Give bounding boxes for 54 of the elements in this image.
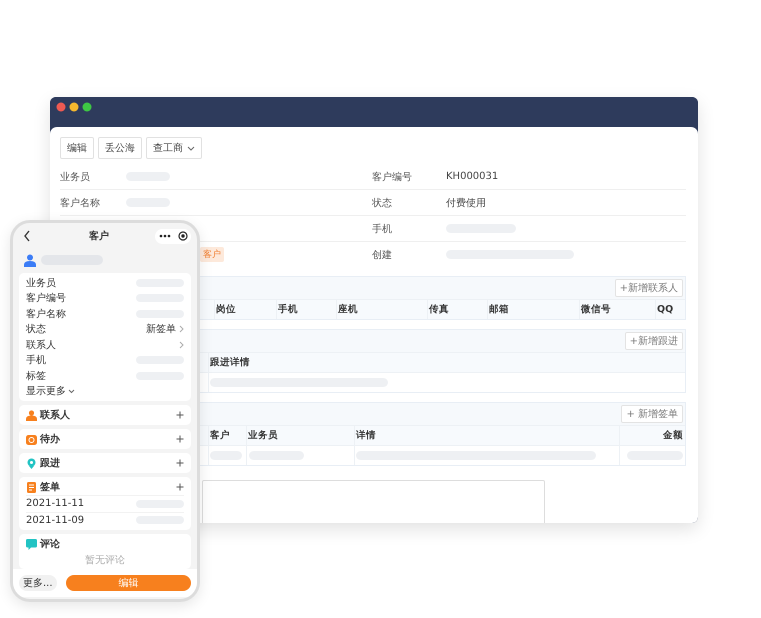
toolbar-button[interactable]: 丢公海 [98, 137, 142, 159]
page-title: 客户 [89, 229, 109, 243]
date-text: 2021-11-11 [26, 498, 84, 510]
input-field[interactable] [202, 480, 545, 523]
field-value: 新签单 [146, 322, 176, 336]
more-icon[interactable] [158, 234, 170, 238]
field-label: 状态 [372, 196, 393, 210]
toolbar-button[interactable]: 编辑 [60, 137, 94, 159]
field-label: 手机 [372, 222, 393, 236]
more-button[interactable]: 更多... [19, 575, 57, 591]
field-label: 创建 [372, 248, 393, 262]
field-label: 状态 [26, 322, 46, 336]
field-value: KH000031 [446, 171, 498, 182]
section-title: 联系人 [40, 408, 70, 422]
date-text: 2021-11-09 [26, 514, 84, 526]
add-button[interactable]: +新增跟进 [624, 332, 683, 350]
add-icon[interactable] [176, 435, 184, 443]
field-label: 客户编号 [26, 292, 66, 306]
section-title: 签单 [40, 480, 60, 494]
section-title: 跟进 [40, 456, 60, 470]
field-label: 客户名称 [60, 196, 101, 210]
field-value: 付费使用 [446, 196, 486, 210]
field-label: 客户名称 [26, 308, 66, 321]
column-header: 传真 [427, 300, 487, 319]
add-icon[interactable] [176, 459, 184, 467]
chevron-icon [68, 388, 75, 394]
user-icon [23, 254, 37, 266]
field-label: 联系人 [26, 338, 56, 352]
column-header: 微信号 [579, 300, 655, 319]
field-label: 业务员 [26, 276, 56, 290]
add-icon[interactable] [176, 483, 184, 491]
field-label: 业务员 [60, 170, 91, 184]
section-title: 待办 [40, 432, 60, 446]
column-header: 座机 [336, 300, 427, 319]
field-label: 标签 [26, 370, 46, 383]
field-label: 客户编号 [372, 170, 413, 184]
empty-text: 暂无评论 [84, 554, 126, 567]
column-header: 岗位 [214, 300, 276, 319]
column-header: QQ [655, 300, 685, 319]
menu-capsule[interactable] [155, 228, 191, 244]
target-icon[interactable] [178, 231, 188, 241]
show-more-link[interactable]: 显示更多 [26, 384, 75, 398]
caret-icon [187, 146, 195, 150]
add-button[interactable]: +新增联系人 [614, 279, 683, 297]
customer-tag: 客户 [200, 247, 224, 262]
column-header: 邮箱 [487, 300, 579, 319]
field-label: 手机 [26, 354, 46, 368]
add-icon[interactable] [176, 411, 184, 419]
toolbar-button[interactable]: 查工商 [146, 137, 202, 159]
add-button[interactable]: + 新增签单 [621, 405, 683, 423]
comment-icon [26, 538, 37, 550]
back-icon[interactable] [23, 230, 31, 242]
section-title: 评论 [40, 538, 60, 551]
column-header: 手机 [276, 300, 336, 319]
